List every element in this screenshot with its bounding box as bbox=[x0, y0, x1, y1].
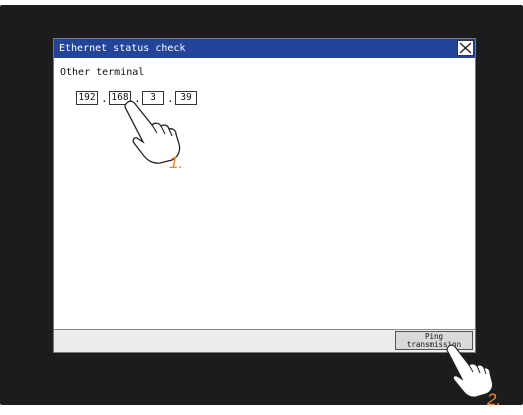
dialog-title: Ethernet status check bbox=[59, 43, 186, 54]
dialog-titlebar: Ethernet status check bbox=[54, 39, 475, 58]
step-1-label: 1. bbox=[169, 153, 184, 172]
dialog-footer: Ping transmission bbox=[54, 329, 475, 352]
ethernet-status-dialog: Ethernet status check Other terminal 192… bbox=[53, 38, 476, 353]
close-button[interactable] bbox=[457, 40, 474, 56]
step-2-label: 2. bbox=[487, 390, 502, 409]
ip-separator: . bbox=[101, 92, 108, 105]
other-terminal-label: Other terminal bbox=[60, 67, 145, 78]
close-icon bbox=[459, 42, 472, 54]
ip-octet-1-input[interactable]: 192 bbox=[76, 91, 98, 105]
